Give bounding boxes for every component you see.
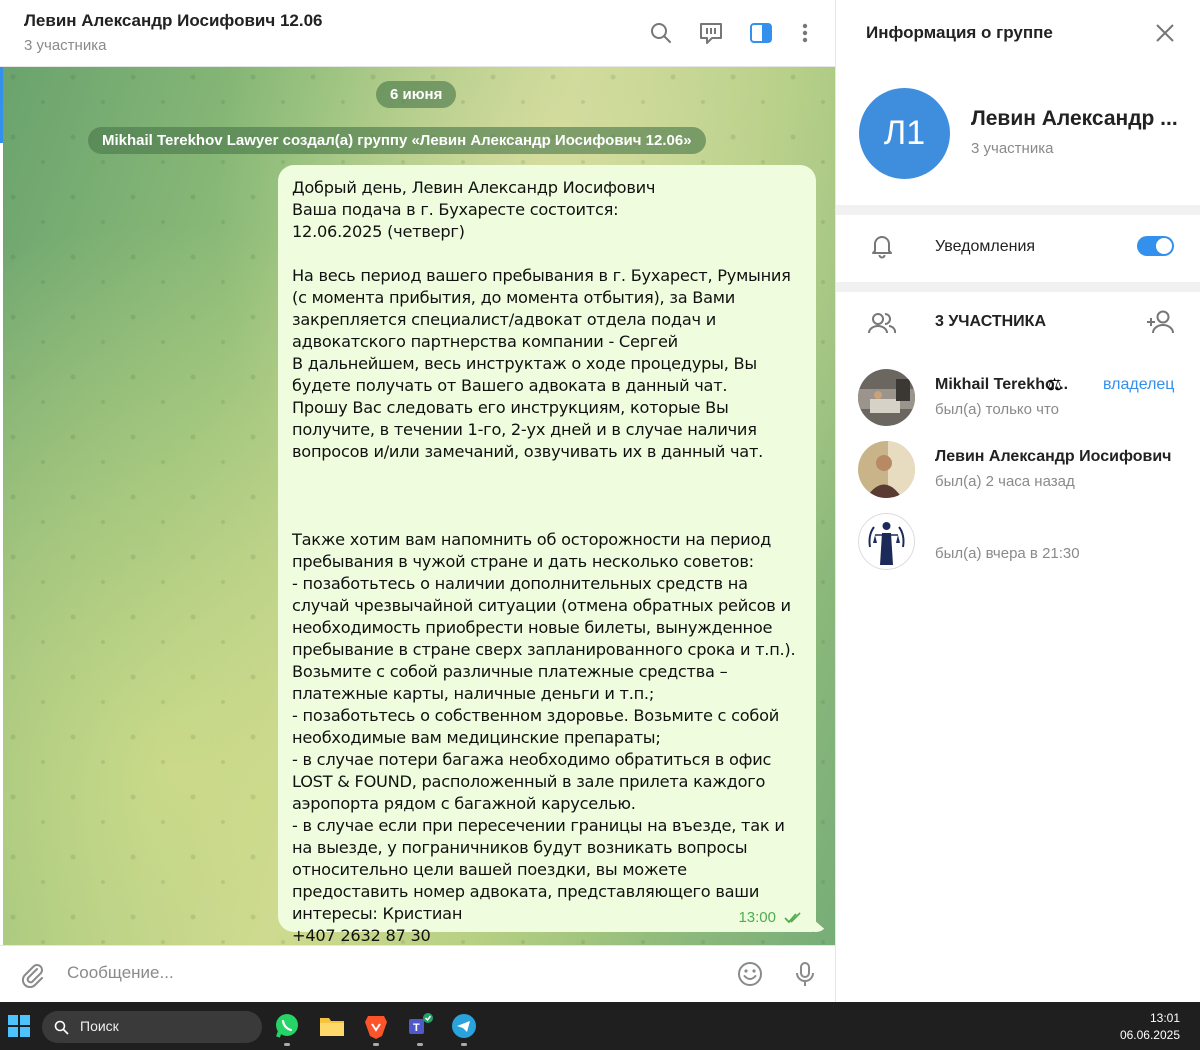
member-avatar [858, 513, 915, 570]
windows-start-icon[interactable] [8, 1015, 30, 1037]
chat-bubble-icon[interactable] [698, 20, 724, 46]
chat-title[interactable]: Левин Александр Иосифович 12.06 [24, 11, 323, 31]
member-item[interactable]: Mikhail Terekho... ⚖ владелец был(а) тол… [836, 364, 1200, 434]
more-icon[interactable] [792, 20, 818, 46]
close-icon[interactable] [1154, 22, 1176, 44]
message-input[interactable]: Сообщение... [67, 963, 174, 983]
whatsapp-icon[interactable] [273, 1012, 301, 1040]
service-message: Mikhail Terekhov Lawyer создал(а) группу… [88, 127, 706, 154]
notifications-toggle[interactable] [1137, 236, 1174, 256]
message-text: Добрый день, Левин Александр Иосифович В… [292, 178, 796, 945]
running-indicator [461, 1043, 467, 1046]
search-icon[interactable] [648, 20, 674, 46]
sidebar-icon[interactable] [748, 20, 774, 46]
notifications-label: Уведомления [935, 238, 1036, 255]
group-avatar[interactable]: Л1 [859, 88, 950, 179]
members-header: 3 УЧАСТНИКА [935, 313, 1046, 330]
member-role: владелец [1103, 376, 1175, 393]
taskbar: Поиск T 13:01 06.06.2025 [0, 1002, 1200, 1050]
folder-icon[interactable] [318, 1012, 346, 1040]
search-label: Поиск [80, 1018, 119, 1034]
running-indicator [284, 1043, 290, 1046]
svg-text:T: T [413, 1022, 420, 1034]
bell-icon [872, 236, 892, 259]
running-indicator [373, 1043, 379, 1046]
member-status: был(а) только что [935, 401, 1060, 418]
member-item[interactable]: Левин Александр Иосифович был(а) 2 часа … [836, 436, 1200, 506]
group-info-panel: Информация о группе Л1 Левин Александр .… [835, 0, 1200, 1002]
chat-subtitle: 3 участника [24, 37, 107, 54]
section-divider [836, 205, 1200, 215]
member-item[interactable]: был(а) вчера в 21:30 [836, 508, 1200, 578]
message-meta: 13:00 [738, 909, 802, 926]
emoji-icon[interactable] [736, 960, 764, 988]
group-member-count: 3 участника [971, 140, 1054, 157]
double-check-icon [784, 911, 801, 923]
paperclip-icon[interactable] [18, 960, 46, 988]
add-user-icon[interactable] [1146, 309, 1176, 335]
scales-icon: ⚖ [1047, 375, 1063, 394]
clock-time[interactable]: 13:01 [1150, 1011, 1180, 1025]
brave-icon[interactable] [362, 1012, 390, 1040]
running-indicator [417, 1043, 423, 1046]
message-composer[interactable]: Сообщение... [0, 945, 835, 1002]
group-name: Левин Александр ... [971, 107, 1178, 130]
teams-icon[interactable]: T [406, 1012, 434, 1040]
section-divider [836, 282, 1200, 292]
telegram-icon[interactable] [450, 1012, 478, 1040]
clock-date[interactable]: 06.06.2025 [1120, 1028, 1180, 1042]
microphone-icon[interactable] [791, 960, 819, 988]
message-bubble[interactable]: Добрый день, Левин Александр Иосифович В… [278, 165, 816, 945]
taskbar-search[interactable]: Поиск [42, 1011, 262, 1043]
chat-column: Левин Александр Иосифович 12.06 3 участн… [0, 0, 835, 1002]
search-icon [54, 1020, 69, 1035]
people-icon [868, 313, 896, 334]
member-avatar [858, 441, 915, 498]
member-status: был(а) 2 часа назад [935, 473, 1075, 490]
member-name: Левин Александр Иосифович [935, 448, 1172, 465]
member-status: был(а) вчера в 21:30 [935, 545, 1080, 562]
info-panel-title: Информация о группе [866, 23, 1053, 42]
date-pill: 6 июня [376, 81, 457, 108]
member-avatar [858, 369, 915, 426]
chat-header[interactable]: Левин Александр Иосифович 12.06 3 участн… [0, 0, 835, 67]
message-time: 13:00 [738, 909, 776, 926]
